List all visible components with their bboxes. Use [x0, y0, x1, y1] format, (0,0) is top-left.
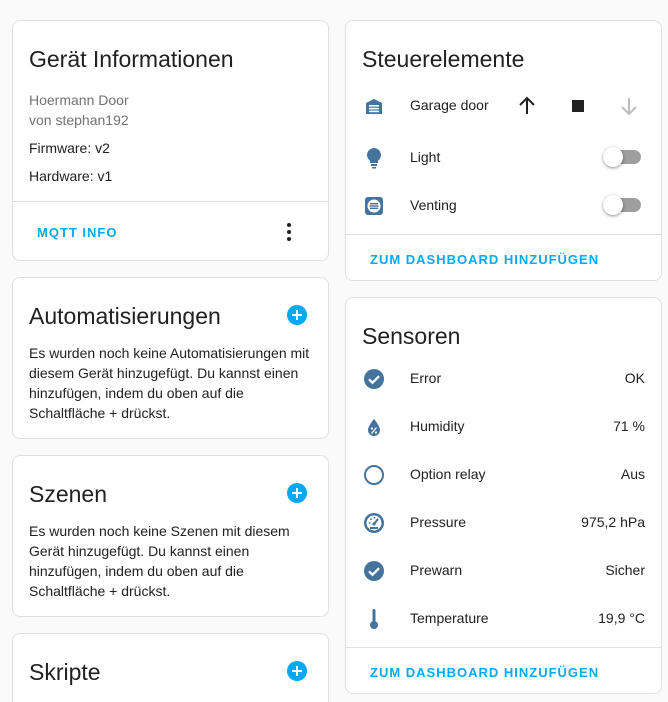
sensor-label-humidity: Humidity	[410, 418, 465, 434]
automations-title: Automatisierungen	[29, 303, 221, 329]
light-toggle[interactable]	[603, 147, 641, 167]
device-info-title: Gerät Informationen	[29, 46, 234, 72]
add-script-button[interactable]	[287, 661, 307, 681]
garage-icon	[362, 94, 386, 118]
controls-add-to-dashboard-button[interactable]: ZUM DASHBOARD HINZUFÜGEN	[370, 252, 599, 267]
device-hardware: Hardware: v1	[29, 168, 113, 184]
arrow-up-icon[interactable]	[515, 94, 539, 118]
control-label-light: Light	[410, 149, 441, 165]
device-firmware: Firmware: v2	[29, 140, 110, 156]
arrow-down-icon[interactable]	[617, 94, 641, 118]
vent-icon	[362, 194, 386, 218]
water-percent-icon	[362, 415, 386, 439]
check-circle-icon	[362, 559, 386, 583]
sensor-row-temperature[interactable]: Temperature 19,9 °C	[346, 595, 661, 643]
sensors-divider	[346, 647, 661, 648]
automations-card: Automatisierungen Es wurden noch keine A…	[12, 277, 329, 439]
control-row-venting: Venting	[346, 182, 661, 230]
device-manufacturer: von stephan192	[29, 112, 129, 128]
sensor-value-pressure: 975,2 hPa	[581, 514, 645, 530]
dots-vertical-icon[interactable]	[277, 220, 301, 244]
sensor-row-option-relay[interactable]: Option relay Aus	[346, 451, 661, 499]
stop-icon[interactable]	[566, 94, 590, 118]
gauge-icon	[362, 511, 386, 535]
controls-divider	[346, 234, 661, 235]
scripts-card: Skripte	[12, 633, 329, 702]
automations-empty-text: Es wurden noch keine Automatisierungen m…	[29, 345, 310, 421]
control-label-venting: Venting	[410, 197, 457, 213]
add-scene-button[interactable]	[287, 483, 307, 503]
scripts-title: Skripte	[29, 659, 101, 685]
sensor-row-prewarn[interactable]: Prewarn Sicher	[346, 547, 661, 595]
venting-toggle[interactable]	[603, 195, 641, 215]
sensor-row-pressure[interactable]: Pressure 975,2 hPa	[346, 499, 661, 547]
device-info-divider	[13, 201, 328, 202]
sensor-value-temperature: 19,9 °C	[598, 610, 645, 626]
circle-outline-icon	[362, 463, 386, 487]
venting-toggle-knob	[603, 195, 623, 215]
scenes-empty-text: Es wurden noch keine Szenen mit diesem G…	[29, 523, 290, 599]
sensor-value-humidity: 71 %	[613, 418, 645, 434]
controls-title: Steuerelemente	[362, 46, 525, 72]
add-automation-button[interactable]	[287, 305, 307, 325]
mqtt-info-button[interactable]: MQTT INFO	[37, 225, 118, 240]
lightbulb-icon	[362, 146, 386, 170]
device-info-card: Gerät Informationen Hoermann Door von st…	[12, 20, 329, 261]
sensor-value-prewarn: Sicher	[605, 562, 645, 578]
control-row-light: Light	[346, 134, 661, 182]
check-circle-icon	[362, 367, 386, 391]
light-toggle-knob	[603, 147, 623, 167]
sensor-value-option-relay: Aus	[620, 466, 645, 482]
sensor-label-option-relay: Option relay	[410, 466, 486, 482]
sensor-row-error[interactable]: Error OK	[346, 355, 661, 403]
sensor-label-pressure: Pressure	[410, 514, 467, 530]
sensors-title: Sensoren	[362, 323, 461, 349]
sensor-value-error: OK	[624, 370, 645, 386]
sensor-row-humidity[interactable]: Humidity 71 %	[346, 403, 661, 451]
sensors-card: Sensoren Error OK Humidity 71 % Option r…	[345, 297, 662, 694]
scenes-card: Szenen Es wurden noch keine Szenen mit d…	[12, 455, 329, 617]
thermometer-icon	[362, 607, 386, 631]
controls-card: Steuerelemente Garage door Light Venting…	[345, 20, 662, 281]
sensors-add-to-dashboard-button[interactable]: ZUM DASHBOARD HINZUFÜGEN	[370, 665, 599, 680]
sensor-label-error: Error	[410, 370, 442, 386]
device-model: Hoermann Door	[29, 92, 129, 108]
sensor-label-prewarn: Prewarn	[410, 562, 463, 578]
control-row-garage-door: Garage door	[346, 82, 661, 130]
scenes-title: Szenen	[29, 481, 108, 507]
sensor-label-temperature: Temperature	[410, 610, 489, 626]
control-label-garage-door: Garage door	[410, 97, 489, 113]
